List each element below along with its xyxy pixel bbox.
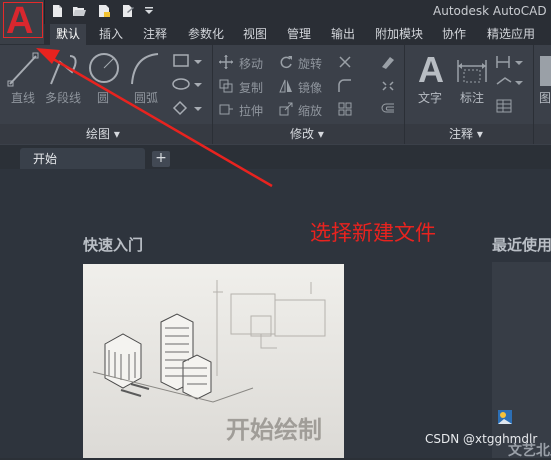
chevron-down-icon: ▾ (113, 127, 120, 141)
text-tool-label: 文字 (418, 91, 443, 105)
quick-start-heading: 快速入门 (83, 236, 144, 254)
polyline-tool-icon[interactable] (48, 50, 82, 88)
line-tool-label: 直线 (11, 91, 36, 105)
array-icon[interactable] (338, 102, 352, 116)
modify-panel-title[interactable]: 修改 ▾ (290, 124, 324, 144)
tab-default[interactable]: 默认 (50, 24, 87, 45)
recent-heading: 最近使用 (492, 236, 551, 254)
window-title: Autodesk AutoCAD 2 (433, 4, 551, 18)
scale-icon[interactable] (279, 102, 293, 116)
add-tab-button[interactable]: + (152, 151, 170, 167)
dimension-tool-label: 标注 (460, 91, 485, 105)
tab-parametric[interactable]: 参数化 (188, 24, 224, 45)
erase-icon[interactable] (380, 55, 396, 69)
dimension-tool-icon[interactable] (454, 52, 490, 86)
plot-icon[interactable] (121, 4, 135, 18)
new-file-icon[interactable] (51, 4, 65, 18)
recent-documents-panel (492, 262, 551, 458)
tab-featured-apps[interactable]: 精选应用 (487, 24, 535, 45)
panel-divider (212, 45, 213, 144)
polyline-tool-label: 多段线 (45, 91, 82, 105)
layers-icon[interactable] (539, 54, 551, 88)
mirror-icon[interactable] (279, 79, 293, 93)
city-illustration-icon (92, 280, 326, 403)
arc-tool-label: 圆弧 (134, 91, 159, 105)
qat-dropdown-icon[interactable] (144, 6, 154, 16)
save-icon[interactable] (97, 4, 111, 18)
draw-small-tools-icon[interactable] (172, 52, 208, 118)
tab-start-label: 开始 (33, 152, 58, 166)
layers-label: 图 (539, 91, 551, 105)
mirror-label: 镜像 (298, 81, 323, 95)
chevron-down-icon: ▾ (476, 127, 483, 141)
circle-tool-icon[interactable] (87, 50, 121, 88)
text-tool-icon[interactable]: A (414, 50, 448, 88)
start-drawing-label: 开始绘制 (226, 416, 322, 444)
drawing-file-icon[interactable] (498, 410, 512, 424)
circle-tool-label: 圆 (97, 91, 110, 105)
rotate-icon[interactable] (279, 55, 293, 69)
annotation-note: 选择新建文件 (310, 221, 436, 245)
fillet-icon[interactable] (338, 79, 352, 93)
annotation-panel-title[interactable]: 注释 ▾ (449, 124, 483, 144)
open-folder-icon[interactable] (72, 4, 86, 18)
draw-panel-title[interactable]: 绘图 ▾ (86, 124, 120, 144)
copy-label: 复制 (239, 81, 264, 95)
line-tool-icon[interactable] (6, 50, 40, 88)
scale-label: 缩放 (298, 104, 323, 118)
panel-divider (404, 45, 405, 144)
tab-manage[interactable]: 管理 (287, 24, 311, 45)
tab-output[interactable]: 输出 (331, 24, 355, 45)
copy-icon[interactable] (219, 79, 233, 93)
move-label: 移动 (239, 57, 264, 71)
offset-icon[interactable] (380, 102, 396, 116)
tab-addins[interactable]: 附加模块 (375, 24, 423, 45)
stretch-icon[interactable] (219, 102, 233, 116)
annotation-small-tools-icon[interactable] (495, 54, 527, 116)
tab-insert[interactable]: 插入 (99, 24, 123, 45)
chevron-down-icon: ▾ (317, 127, 324, 141)
trim-icon[interactable] (338, 55, 352, 69)
panel-divider (533, 45, 534, 144)
logo-highlight-box (3, 2, 43, 38)
tab-view[interactable]: 视图 (243, 24, 267, 45)
stretch-label: 拉伸 (239, 104, 264, 118)
svg-text:A: A (418, 50, 444, 88)
rotate-label: 旋转 (298, 57, 323, 71)
explode-icon[interactable] (380, 79, 396, 93)
move-icon[interactable] (219, 55, 233, 69)
tab-annotate[interactable]: 注释 (143, 24, 167, 45)
arc-tool-icon[interactable] (128, 50, 162, 88)
start-drawing-card[interactable]: 开始绘制 (83, 264, 344, 458)
tab-collaborate[interactable]: 协作 (442, 24, 466, 45)
watermark-overlay: 文艺北路 (508, 443, 551, 459)
